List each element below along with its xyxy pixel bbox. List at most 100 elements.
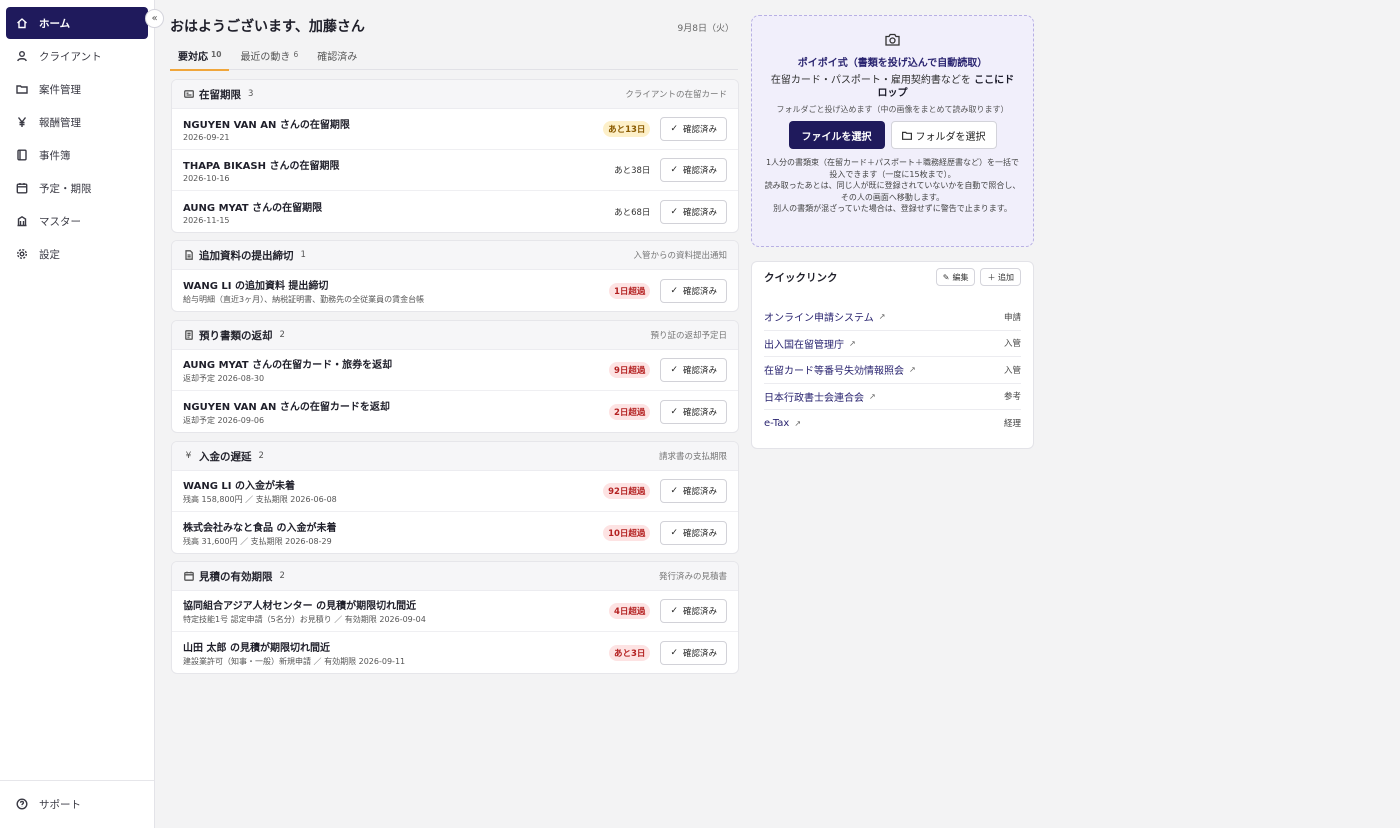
quick-link[interactable]: e-Tax ↗ xyxy=(764,418,801,429)
check-icon: ✓ xyxy=(670,165,678,175)
confirm-button[interactable]: ✓ 確認済み xyxy=(660,199,727,224)
pencil-icon: ✎ xyxy=(942,272,950,282)
confirm-label: 確認済み xyxy=(682,286,717,297)
task-row: NGUYEN VAN AN さんの在留期限 2026-09-21 あと13日 ✓ 確… xyxy=(172,109,738,150)
confirm-button[interactable]: ✓ 確認済み xyxy=(660,640,727,665)
section-header: 在留期限 3 クライアントの在留カード xyxy=(172,80,738,109)
tab-bar: 要対応 10 最近の動き 6 確認済み xyxy=(170,46,738,71)
check-icon: ✓ xyxy=(670,406,678,417)
confirm-label: 確認済み xyxy=(682,528,717,539)
folder-icon xyxy=(15,82,29,96)
home-icon xyxy=(15,16,29,30)
section-subtitle: 預り証の返却予定日 xyxy=(650,331,727,341)
task-title: WANG LI の追加資料 提出締切 xyxy=(183,280,329,292)
confirm-button[interactable]: ✓ 確認済み xyxy=(660,599,727,623)
sidebar-item-settings[interactable]: 設定 xyxy=(6,238,148,270)
confirm-label: 確認済み xyxy=(682,487,717,497)
task-title: 山田 太郎 の見積が期限切れ間近 xyxy=(183,642,330,654)
confirm-label: 確認済み xyxy=(682,648,717,659)
dropzone-buttons: ファイルを選択 フォルダを選択 xyxy=(752,121,1033,149)
task-detail: 残高 158,800円 ／ 支払期限 2026-06-08 xyxy=(183,495,337,504)
confirm-button[interactable]: ✓ 確認済み xyxy=(660,117,727,141)
status-badge: 10日超過 xyxy=(603,524,651,541)
section-subtitle: 請求書の支払期限 xyxy=(658,452,727,462)
tab-confirmed[interactable]: 確認済み xyxy=(309,46,365,70)
section-title: 預り書類の返却 xyxy=(199,329,273,342)
section-title: 入金の遅延 xyxy=(199,450,252,463)
section-header: 預り書類の返却 2 預り証の返却予定日 xyxy=(172,321,738,350)
quick-link-tag: 入管 xyxy=(1003,339,1021,350)
check-icon: ✓ xyxy=(670,527,678,538)
select-folder-button[interactable]: フォルダを選択 xyxy=(890,121,997,149)
sidebar-item-casebook[interactable]: 事件簿 xyxy=(6,139,148,171)
status-badge: あと68日 xyxy=(614,207,651,218)
confirm-label: 確認済み xyxy=(682,607,717,617)
quick-link-item: 在留カード等番号失効情報照会 ↗ 入管 xyxy=(764,357,1021,384)
task-row: AUNG MYAT さんの在留期限 2026-11-15 あと68日 ✓ 確認済み xyxy=(172,191,738,232)
sidebar-item-fees[interactable]: 報酬管理 xyxy=(6,106,148,138)
confirm-label: 確認済み xyxy=(682,125,717,135)
quick-link[interactable]: オンライン申請システム ↗ xyxy=(764,309,885,324)
calendar-clock-icon xyxy=(183,571,194,582)
user-icon xyxy=(15,49,29,63)
status-badge: あと13日 xyxy=(603,121,651,137)
task-row: WANG LI の追加資料 提出締切 給与明細（直近3ヶ月）、納税証明書、勤務先の… xyxy=(172,270,738,311)
task-title: NGUYEN VAN AN さんの在留期限 xyxy=(183,120,350,131)
page-title: おはようございます、加藤さん xyxy=(170,19,365,35)
sidebar-item-cases[interactable]: 案件管理 xyxy=(6,73,148,105)
database-icon xyxy=(15,214,29,228)
add-link-button[interactable]: ＋ 追加 xyxy=(980,268,1021,286)
check-icon: ✓ xyxy=(670,206,678,217)
dropzone-help-line: 読み取ったあとは、同じ人が既に登録されていないかを自動で照合し、その人の画面へ移… xyxy=(764,181,1021,202)
sidebar-item-schedule[interactable]: 予定・期限 xyxy=(6,172,148,204)
task-title: 協同組合アジア人材センター の見積が期限切れ間近 xyxy=(183,601,417,612)
section-title: 在留期限 xyxy=(199,88,241,101)
task-row: AUNG MYAT さんの在留カード・旅券を返却 返却予定 2026-08-30 … xyxy=(172,350,738,391)
document-dropzone[interactable]: ポイポイ式（書類を投げ込んで自動読取） 在留カード・パスポート・雇用契約書などを… xyxy=(751,15,1034,247)
section-additional-documents: 追加資料の提出締切 1 入管からの資料提出通知 WANG LI の追加資料 提出… xyxy=(171,240,739,312)
tab-recent-activity[interactable]: 最近の動き 6 xyxy=(232,46,306,70)
quick-link-label: 出入国在留管理庁 xyxy=(764,339,844,351)
confirm-button[interactable]: ✓ 確認済み xyxy=(660,158,727,182)
check-icon: ✓ xyxy=(670,606,678,616)
help-icon xyxy=(15,797,29,811)
status-badge: 4日超過 xyxy=(609,603,651,619)
select-file-button[interactable]: ファイルを選択 xyxy=(788,121,885,149)
dropzone-help: 1人分の書類束（在留カード＋パスポート＋職務経歴書など）を一括で投入できます（一… xyxy=(764,157,1022,215)
task-row: NGUYEN VAN AN さんの在留カードを返却 返却予定 2026-09-06… xyxy=(172,391,738,432)
quick-link-tag: 参考 xyxy=(1003,392,1021,403)
external-link-icon: ↗ xyxy=(849,338,856,348)
confirm-button[interactable]: ✓ 確認済み xyxy=(660,520,727,545)
edit-links-button[interactable]: ✎ 編集 xyxy=(935,268,976,286)
status-badge: あと38日 xyxy=(614,166,651,176)
confirm-button[interactable]: ✓ 確認済み xyxy=(660,479,727,503)
sidebar-item-home[interactable]: ホーム xyxy=(6,7,148,39)
sidebar-item-master[interactable]: マスター xyxy=(6,205,148,237)
quick-link[interactable]: 在留カード等番号失効情報照会 ↗ xyxy=(764,362,916,377)
sidebar-item-label: 案件管理 xyxy=(39,83,81,96)
collapse-sidebar-button[interactable]: « xyxy=(145,9,164,28)
sidebar-item-label: サポート xyxy=(39,798,81,811)
tab-count: 10 xyxy=(211,50,222,59)
check-icon: ✓ xyxy=(670,647,678,658)
confirm-label: 確認済み xyxy=(682,407,717,418)
quick-link[interactable]: 出入国在留管理庁 ↗ xyxy=(764,336,856,351)
section-subtitle: 入管からの資料提出通知 xyxy=(633,251,727,261)
quick-link-tag: 経理 xyxy=(1003,419,1021,430)
tab-label: 最近の動き xyxy=(240,52,291,63)
sidebar-item-label: 事件簿 xyxy=(39,149,71,162)
document-icon xyxy=(183,250,194,261)
chevrons-left-icon: « xyxy=(151,13,158,24)
sidebar-item-clients[interactable]: クライアント xyxy=(6,40,148,72)
confirm-button[interactable]: ✓ 確認済み xyxy=(660,358,727,382)
quick-links-panel: クイックリンク ✎ 編集 ＋ 追加 オンライン申請システム ↗ 申請 出入国在留管理… xyxy=(751,261,1034,449)
confirm-button[interactable]: ✓ 確認済み xyxy=(660,399,727,424)
sidebar-nav: ホーム クライアント 案件管理 報酬管理 事件簿 予定・期限 マスター 設定 xyxy=(0,0,154,270)
edit-label: 編集 xyxy=(952,272,969,282)
quick-link[interactable]: 日本行政書士会連合会 ↗ xyxy=(764,389,876,404)
confirm-button[interactable]: ✓ 確認済み xyxy=(660,278,727,303)
tab-label: 要対応 xyxy=(178,52,208,63)
tab-action-required[interactable]: 要対応 10 xyxy=(170,46,230,71)
sidebar-item-support[interactable]: サポート xyxy=(6,788,148,820)
section-document-return: 預り書類の返却 2 預り証の返却予定日 AUNG MYAT さんの在留カード・旅… xyxy=(171,320,739,433)
